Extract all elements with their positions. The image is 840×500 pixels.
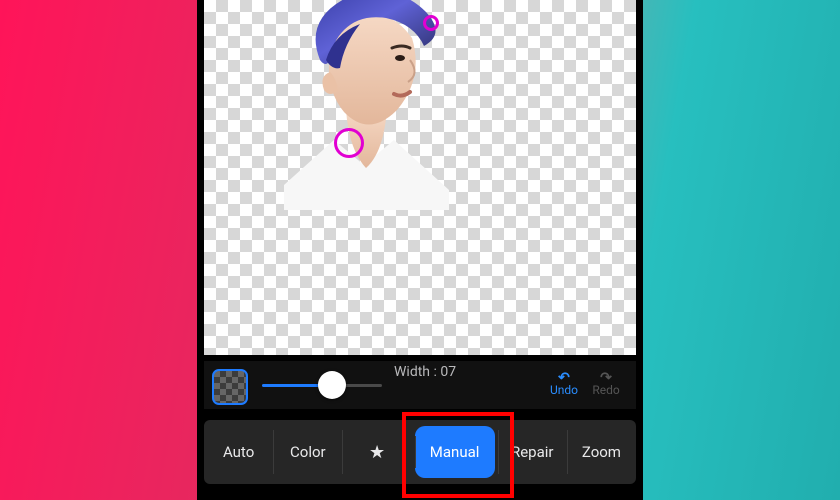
tool-label: Zoom — [582, 443, 621, 461]
transparency-canvas[interactable] — [204, 0, 636, 355]
tool-label: Manual — [430, 443, 480, 461]
tool-manual[interactable]: Manual — [415, 426, 495, 478]
tool-repair[interactable]: Repair — [498, 420, 567, 484]
tool-label: Auto — [223, 443, 254, 461]
editor-screen: Width : 07 ↶ Undo ↷ Redo Auto Color ★ Ma… — [197, 0, 643, 500]
undo-label: Undo — [550, 383, 578, 397]
brush-marker — [423, 15, 439, 31]
tool-auto[interactable]: Auto — [204, 420, 273, 484]
subject-cutout — [274, 0, 484, 210]
width-slider-knob[interactable] — [318, 371, 346, 399]
brush-marker — [334, 128, 364, 158]
tool-label: Color — [290, 443, 326, 461]
tool-color[interactable]: Color — [273, 420, 342, 484]
tool-star[interactable]: ★ — [342, 420, 411, 484]
redo-icon: ↷ — [586, 373, 626, 383]
redo-button: ↷ Redo — [586, 373, 626, 397]
tool-label: Repair — [511, 443, 554, 461]
width-slider-bar: Width : 07 ↶ Undo ↷ Redo — [204, 361, 636, 409]
redo-label: Redo — [592, 383, 619, 397]
tool-zoom[interactable]: Zoom — [567, 420, 636, 484]
undo-button[interactable]: ↶ Undo — [544, 373, 584, 397]
brush-preview-icon[interactable] — [212, 369, 248, 405]
undo-icon: ↶ — [544, 373, 584, 383]
width-value-label: Width : 07 — [394, 364, 456, 380]
tool-toolbar: Auto Color ★ Manual Repair Zoom — [204, 420, 636, 484]
star-icon: ★ — [369, 442, 385, 463]
